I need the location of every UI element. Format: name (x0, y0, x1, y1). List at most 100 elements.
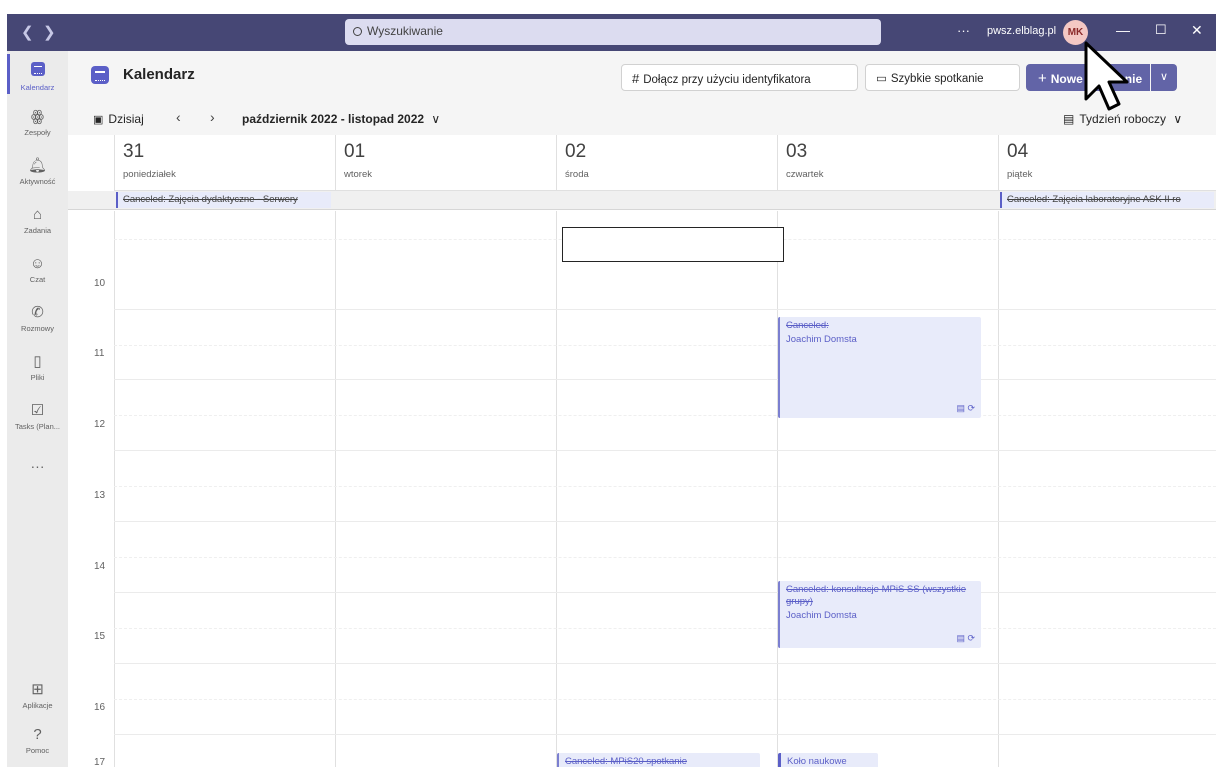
hour-label: 14 (94, 561, 106, 572)
day-header-wednesday[interactable]: 02 środa (556, 135, 777, 190)
help-icon: ? (33, 726, 42, 743)
rail-item-calls[interactable]: ✆ Rozmowy (7, 304, 68, 333)
new-meeting-dropdown-button[interactable]: ∨ (1151, 64, 1177, 91)
search-input[interactable]: Wyszukiwanie (345, 19, 881, 45)
mouse-cursor-icon (1084, 41, 1129, 111)
divider (114, 699, 1216, 700)
day-name: środa (565, 169, 589, 180)
event-title: Canceled: (786, 320, 829, 331)
day-name: piątek (1007, 169, 1033, 180)
hour-label: 10 (94, 278, 106, 289)
divider (114, 345, 1216, 346)
day-header-tuesday[interactable]: 01 wtorek (335, 135, 556, 190)
recurring-icon: ▤ ⟳ (956, 403, 975, 413)
rail-label: Pomoc (25, 746, 50, 755)
day-number: 01 (344, 141, 366, 162)
search-icon (353, 27, 362, 36)
chevron-down-icon: ∨ (431, 112, 441, 126)
all-day-event[interactable]: Canceled: Zajęcia dydaktyczne - Serwery (116, 192, 331, 208)
calendar-toolbar: ▣ Dzisiaj ‹ › październik 2022 - listopad… (68, 99, 1216, 135)
day-name: czwartek (786, 169, 824, 180)
divider (556, 211, 557, 767)
event-organizer: Joachim Domsta (786, 334, 857, 345)
rail-item-activity[interactable]: 🔔︎ Aktywność (7, 157, 68, 186)
back-arrow-icon[interactable]: ❮ (21, 23, 34, 41)
divider (114, 557, 1216, 558)
day-number: 31 (123, 141, 145, 162)
day-header-monday[interactable]: 31 poniedziałek (114, 135, 335, 190)
divider (114, 521, 1216, 522)
rail-label: Czat (29, 275, 46, 284)
calendar-event[interactable]: Canceled: konsultacje MPiS SS (wszystkie… (778, 581, 981, 648)
tenant-name[interactable]: pwsz.elblag.pl (987, 25, 1056, 37)
date-range-label: październik 2022 - listopad 2022 (242, 112, 425, 126)
file-icon: ▯ (33, 353, 42, 370)
day-header-friday[interactable]: 04 piątek (998, 135, 1216, 190)
join-label: Dołącz przy użyciu identyfikatora (643, 74, 811, 86)
calendar-event[interactable]: Canceled: MPiS20 spotkanie (557, 753, 760, 767)
app-rail: Kalendarz ꙮ Zespoły 🔔︎ Aktywność ⌂ Zadan… (7, 51, 68, 767)
divider (114, 592, 1216, 593)
event-title: Canceled: konsultacje MPiS SS (wszystkie… (786, 584, 967, 607)
divider (114, 450, 1216, 451)
event-organizer: Joachim Domsta (786, 610, 857, 621)
view-icon: ▤ (1063, 112, 1075, 126)
more-options-icon[interactable]: ··· (957, 23, 970, 38)
divider (114, 486, 1216, 487)
today-button[interactable]: ▣ Dzisiaj (93, 112, 144, 126)
maximize-button[interactable]: ☐ (1155, 22, 1167, 38)
forward-arrow-icon[interactable]: ❯ (43, 23, 56, 41)
rail-item-files[interactable]: ▯ Pliki (7, 353, 68, 382)
quick-meeting-button[interactable]: ▭ Szybkie spotkanie (865, 64, 1020, 91)
chevron-down-icon: ∨ (1173, 112, 1183, 126)
rail-item-teams[interactable]: ꙮ Zespoły (7, 108, 68, 137)
chat-icon: ☺ (29, 255, 46, 272)
calendar-header: Kalendarz # Dołącz przy użyciu identyfika… (68, 51, 1216, 99)
tasks-icon: ⌂ (32, 206, 43, 223)
hour-label: 13 (94, 490, 106, 501)
divider (114, 309, 1216, 310)
next-week-button[interactable]: › (210, 109, 215, 125)
day-name: wtorek (344, 169, 372, 180)
week-grid: 31 poniedziałek 01 wtorek 02 środa 03 cz… (68, 135, 1216, 767)
calendar-event[interactable]: Canceled: Joachim Domsta ▤ ⟳ (778, 317, 981, 418)
hour-label: 11 (94, 348, 105, 359)
day-name: poniedziałek (123, 169, 176, 180)
rail-label: Tasks (Plan... (14, 422, 60, 431)
rail-label: Aktywność (19, 177, 56, 186)
hash-icon: # (632, 71, 640, 86)
divider (998, 211, 999, 767)
rail-more-button[interactable]: ··· (7, 458, 68, 474)
page-title: Kalendarz (123, 66, 195, 83)
day-number: 03 (786, 141, 808, 162)
divider (335, 211, 336, 767)
hour-label: 16 (94, 702, 106, 713)
calendar-event[interactable]: Koło naukowe (778, 753, 878, 767)
rail-label: Rozmowy (21, 324, 54, 333)
rail-item-apps[interactable]: ⊞ Aplikacje (7, 681, 68, 710)
day-header-thursday[interactable]: 03 czwartek (777, 135, 998, 190)
teams-icon: ꙮ (30, 108, 45, 125)
rail-item-chat[interactable]: ☺ Czat (7, 255, 68, 284)
divider (114, 415, 1216, 416)
rail-item-help[interactable]: ? Pomoc (7, 726, 68, 755)
minimize-button[interactable]: — (1116, 22, 1130, 38)
rail-item-assignments[interactable]: ⌂ Zadania (7, 206, 68, 235)
divider (777, 211, 778, 767)
time-slot-selection[interactable] (562, 227, 784, 262)
rail-label: Zadania (23, 226, 52, 235)
apps-icon: ⊞ (31, 681, 44, 698)
today-label: Dzisiaj (108, 112, 144, 126)
recurring-icon: ▤ ⟳ (956, 633, 975, 643)
rail-item-calendar[interactable]: Kalendarz (7, 60, 68, 92)
join-with-id-button[interactable]: # Dołącz przy użyciu identyfikatora (621, 64, 858, 91)
chevron-down-icon: ∨ (1159, 71, 1169, 83)
rail-item-planner[interactable]: ☑ Tasks (Plan... (7, 402, 68, 431)
prev-week-button[interactable]: ‹ (176, 109, 181, 125)
all-day-event[interactable]: Canceled: Zajęcia laboratoryjne ASK II r… (1000, 192, 1214, 208)
title-bar: ❮ ❯ Wyszukiwanie ··· pwsz.elblag.pl MK —… (7, 14, 1216, 51)
divider (114, 628, 1216, 629)
calendar-app-icon (91, 66, 109, 84)
date-range-picker[interactable]: październik 2022 - listopad 2022 ∨ (242, 112, 440, 126)
close-button[interactable]: ✕ (1191, 22, 1203, 39)
